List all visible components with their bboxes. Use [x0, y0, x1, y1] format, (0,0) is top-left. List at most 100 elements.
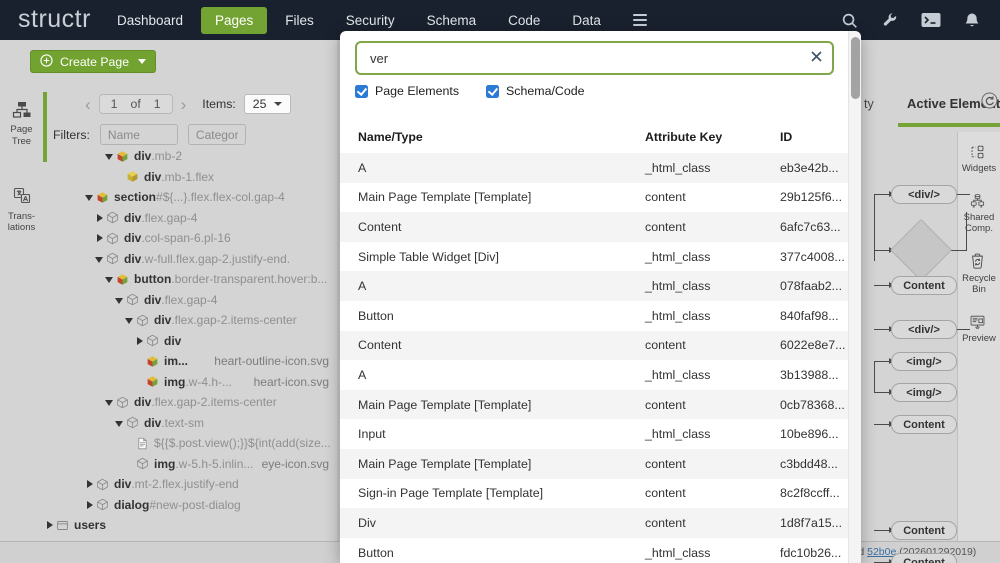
toolbar-item[interactable]: Recycle Bin [958, 254, 1000, 295]
expander-icon[interactable] [104, 150, 116, 162]
flow-node[interactable] [890, 219, 952, 281]
result-row[interactable]: Sign-in Page Template [Template] content… [340, 479, 848, 509]
expander-icon[interactable] [134, 355, 146, 367]
page-next-button[interactable]: › [181, 96, 187, 113]
result-row[interactable]: Input _html_class 10be896... [340, 419, 848, 449]
tree-node[interactable]: div.mb-2 [0, 146, 337, 167]
expander-icon[interactable] [124, 458, 136, 470]
terminal-icon[interactable] [921, 12, 941, 28]
flow-node[interactable]: <div/> [891, 320, 957, 339]
flow-node[interactable]: Content [891, 415, 957, 434]
tree-node[interactable]: users [0, 515, 337, 536]
result-row[interactable]: Main Page Template [Template] content c3… [340, 449, 848, 479]
tree-node[interactable]: div [0, 331, 337, 352]
tree-node[interactable]: div.col-span-6.pl-16 [0, 228, 337, 249]
result-row[interactable]: Div content 1d8f7a15... [340, 508, 848, 538]
filter-name-input[interactable] [100, 124, 178, 145]
tree-node[interactable]: section#${...}.flex.flex-col.gap-4 [0, 187, 337, 208]
expander-icon[interactable] [84, 191, 96, 203]
tree-node[interactable]: ${{$.post.view();}}${int(add(size... [0, 433, 337, 454]
tree-node[interactable]: div.mb-1.flex [0, 167, 337, 188]
expander-icon[interactable] [44, 519, 56, 531]
result-row[interactable]: Content content 6022e8e7... [340, 331, 848, 361]
nav-item[interactable]: Code [494, 7, 554, 34]
bell-icon[interactable] [964, 12, 980, 29]
nav-item[interactable]: Pages [201, 7, 267, 34]
toolbar-item[interactable]: Shared Comp. [958, 193, 1000, 234]
result-row[interactable]: A _html_class eb3e42b... [340, 153, 848, 183]
result-row[interactable]: Button _html_class fdc10b26... [340, 538, 848, 563]
flow-node[interactable]: <img/> [891, 383, 957, 402]
tree-node[interactable]: button.border-transparent.hover:b... [0, 269, 337, 290]
cube-color-icon [116, 272, 131, 286]
page-indicator[interactable]: 1 of 1 [99, 94, 173, 114]
expander-icon[interactable] [84, 499, 96, 511]
flow-node[interactable]: <img/> [891, 352, 957, 371]
dialog-scrollbar[interactable] [848, 31, 861, 563]
tree-node[interactable]: div.w-full.flex.gap-2.justify-end. [0, 249, 337, 270]
tree-node[interactable]: img.w-4.h-... heart-icon.svg [0, 372, 337, 393]
tree-node[interactable]: dialog#new-post-dialog [0, 495, 337, 516]
tree-node[interactable]: im... heart-outline-icon.svg [0, 351, 337, 372]
wrench-icon[interactable] [881, 12, 898, 29]
result-row[interactable]: Simple Table Widget [Div] _html_class 37… [340, 242, 848, 272]
search-icon[interactable] [841, 12, 858, 29]
expander-icon[interactable] [134, 376, 146, 388]
tree-node[interactable]: div.flex.gap-2.items-center [0, 392, 337, 413]
result-row[interactable]: Main Page Template [Template] content 29… [340, 183, 848, 213]
result-row[interactable]: Content content 6afc7c63... [340, 212, 848, 242]
expander-icon[interactable] [124, 314, 136, 326]
result-row[interactable]: Main Page Template [Template] content 0c… [340, 390, 848, 420]
nav-item[interactable]: Data [558, 7, 615, 34]
nav-item[interactable]: Files [271, 7, 328, 34]
expander-icon[interactable] [94, 232, 106, 244]
tree-node[interactable]: div.flex.gap-4 [0, 290, 337, 311]
checkbox-checked-icon[interactable] [355, 85, 368, 98]
expander-icon[interactable] [94, 212, 106, 224]
create-page-button[interactable]: Create Page [30, 50, 156, 73]
scope-checkbox[interactable]: Page Elements [355, 84, 459, 98]
expander-icon[interactable] [114, 171, 126, 183]
node-classes: .flex.gap-2.items-center [151, 395, 276, 409]
scrollbar-thumb[interactable] [851, 37, 860, 99]
toolbar-item[interactable]: Widgets [962, 144, 996, 174]
expander-icon[interactable] [94, 253, 106, 265]
result-row[interactable]: A _html_class 3b13988... [340, 360, 848, 390]
cube-outline-icon [126, 293, 141, 307]
tree-node[interactable]: div.text-sm [0, 413, 337, 434]
nav-item[interactable]: Security [332, 7, 409, 34]
search-input[interactable] [355, 41, 834, 75]
expander-icon[interactable] [104, 396, 116, 408]
expander-icon[interactable] [134, 335, 146, 347]
tab-partial[interactable]: ty [864, 97, 874, 111]
page-size-select[interactable]: 25 [244, 94, 292, 114]
refresh-icon[interactable] [981, 92, 998, 114]
checkbox-checked-icon[interactable] [486, 85, 499, 98]
expander-icon[interactable] [84, 478, 96, 490]
flow-node[interactable]: <div/> [891, 185, 957, 204]
hamburger-menu-icon[interactable] [627, 8, 653, 33]
filter-category-input[interactable] [188, 124, 246, 145]
tree-node[interactable]: div.flex.gap-2.items-center [0, 310, 337, 331]
tree-node[interactable]: div.flex.gap-4 [0, 208, 337, 229]
scope-checkbox[interactable]: Schema/Code [486, 84, 585, 98]
page-prev-button[interactable]: ‹ [85, 96, 91, 113]
nav-item[interactable]: Schema [413, 7, 491, 34]
sidebar-tab-page-tree[interactable]: Page Tree [0, 95, 43, 147]
expander-icon[interactable] [114, 294, 126, 306]
tree-node[interactable]: img.w-5.h-5.inlin... eye-icon.svg [0, 454, 337, 475]
expander-icon[interactable] [124, 437, 136, 449]
result-row[interactable]: A _html_class 078faab2... [340, 271, 848, 301]
flow-node[interactable]: Content [891, 553, 957, 563]
expander-icon[interactable] [114, 417, 126, 429]
result-name: Main Page Template [Template] [340, 398, 645, 412]
result-row[interactable]: Button _html_class 840faf98... [340, 301, 848, 331]
clear-search-icon[interactable] [810, 50, 823, 68]
flow-arrow [874, 392, 890, 393]
tree-node[interactable]: div.mt-2.flex.justify-end [0, 474, 337, 495]
flow-node[interactable]: Content [891, 276, 957, 295]
flow-node[interactable]: Content [891, 521, 957, 540]
expander-icon[interactable] [104, 273, 116, 285]
nav-item[interactable]: Dashboard [103, 7, 197, 34]
items-label: Items: [202, 97, 235, 111]
